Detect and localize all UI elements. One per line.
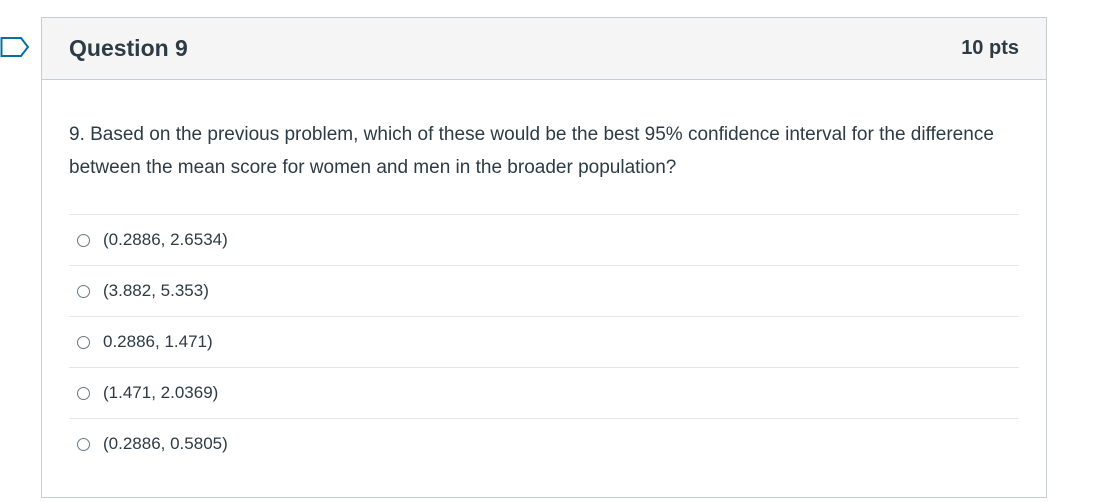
radio-empty-icon[interactable]	[77, 386, 90, 400]
question-title: Question 9	[69, 35, 188, 61]
answer-option-4[interactable]: (1.471, 2.0369)	[69, 368, 1019, 419]
flag-question-icon[interactable]	[0, 36, 30, 58]
answer-option-2[interactable]: (3.882, 5.353)	[69, 266, 1019, 317]
radio-empty-icon[interactable]	[77, 335, 90, 349]
question-body: 9. Based on the previous problem, which …	[42, 80, 1046, 469]
radio-empty-icon[interactable]	[77, 284, 90, 298]
question-card: Question 9 10 pts 9. Based on the previo…	[41, 17, 1047, 498]
answer-option-1[interactable]: (0.2886, 2.6534)	[69, 215, 1019, 266]
question-text: 9. Based on the previous problem, which …	[69, 124, 994, 178]
answer-label: (0.2886, 2.6534)	[103, 230, 228, 249]
answer-label: (0.2886, 0.5805)	[103, 434, 228, 453]
answer-label: (3.882, 5.353)	[103, 281, 209, 300]
answer-label: 0.2886, 1.471)	[103, 332, 213, 351]
radio-empty-icon[interactable]	[77, 437, 90, 451]
answer-option-3[interactable]: 0.2886, 1.471)	[69, 317, 1019, 368]
answer-label: (1.471, 2.0369)	[103, 383, 219, 402]
question-header: Question 9 10 pts	[42, 18, 1046, 80]
answer-option-5[interactable]: (0.2886, 0.5805)	[69, 419, 1019, 469]
radio-empty-icon[interactable]	[77, 233, 90, 247]
answer-list: (0.2886, 2.6534) (3.882, 5.353) 0.2886, …	[69, 214, 1019, 469]
question-points: 10 pts	[961, 37, 1019, 59]
